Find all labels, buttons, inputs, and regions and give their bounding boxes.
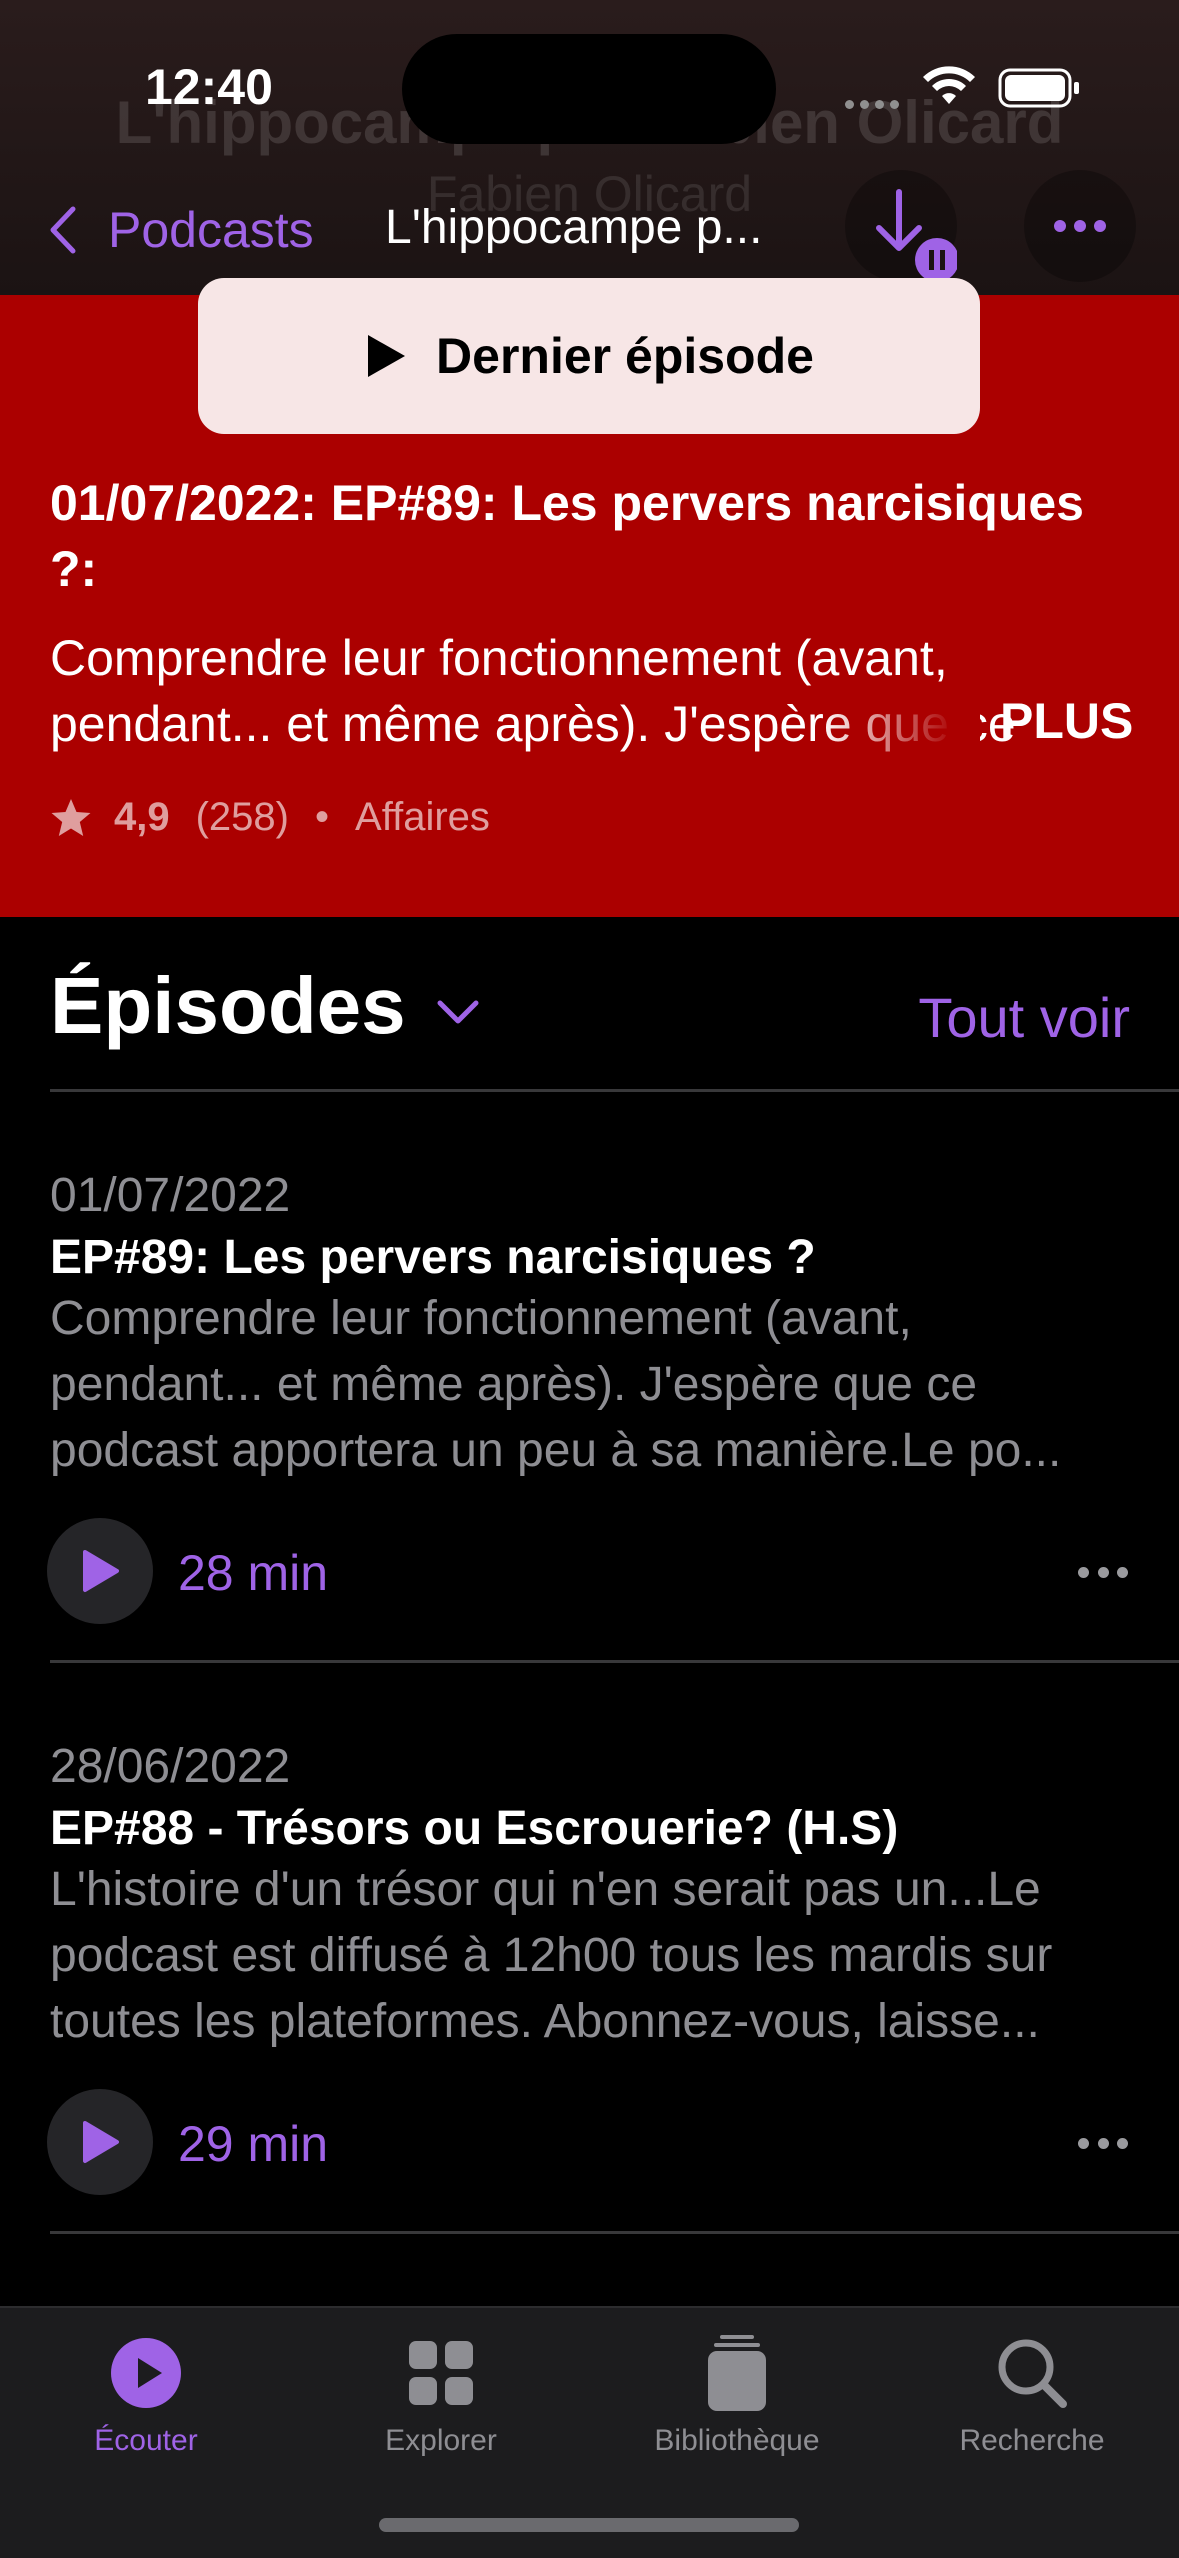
episode-date: 01/07/2022 (50, 1169, 291, 1222)
nav-title: L'hippocampe p... (385, 201, 763, 254)
play-icon (368, 335, 406, 377)
download-paused-icon (876, 189, 959, 282)
episode-duration: 28 min (178, 1545, 329, 1601)
episode-date: 28/06/2022 (50, 1740, 291, 1793)
tab-label: Bibliothèque (654, 2424, 820, 2457)
episode-play-button[interactable] (47, 1518, 153, 1624)
episode-duration: 29 min (178, 2116, 329, 2172)
magnifier-icon (998, 2339, 1067, 2408)
ellipsis-icon (1078, 2137, 1089, 2149)
play-circle-icon (111, 2338, 181, 2408)
ellipsis-icon (1078, 1566, 1089, 1578)
tab-label: Écouter (94, 2424, 198, 2457)
description-fade (820, 695, 980, 761)
latest-episode-button[interactable]: Dernier épisode (198, 278, 980, 434)
tab-search[interactable]: Recherche (912, 2328, 1152, 2458)
play-icon (83, 2121, 119, 2163)
cellular-signal-icon (845, 96, 905, 114)
grid-icon (409, 2341, 473, 2405)
episode-title: EP#89: Les pervers narcisiques ? (50, 1231, 816, 1284)
episode-title: EP#88 - Trésors ou Escrouerie? (H.S) (50, 1802, 899, 1855)
chevron-down-icon (437, 1000, 479, 1024)
chevron-left-icon (50, 206, 76, 254)
download-button[interactable] (845, 170, 959, 282)
episode-more-button[interactable] (1078, 2136, 1128, 2150)
latest-episode-label: Dernier épisode (436, 328, 814, 384)
podcast-header: L'hippocampe par Fabien Olicard Fabien O… (0, 0, 1179, 295)
tab-listen[interactable]: Écouter (26, 2328, 266, 2458)
ellipsis-icon (1054, 220, 1106, 232)
episode-description: L'histoire d'un trésor qui n'en serait p… (50, 1863, 1053, 2048)
rating-value: 4,9 (114, 795, 170, 839)
episodes-filter-button[interactable]: Épisodes (50, 960, 480, 1052)
home-indicator[interactable] (379, 2518, 799, 2532)
tab-label: Explorer (385, 2424, 497, 2457)
divider (50, 2231, 1179, 2234)
rating-count: (258) (195, 795, 289, 839)
dynamic-island (402, 34, 776, 144)
rating-row: 4,9 (258) • Affaires (50, 795, 490, 840)
tab-explore[interactable]: Explorer (321, 2328, 561, 2458)
more-description-button[interactable]: PLUS (1000, 692, 1133, 750)
tab-library[interactable]: Bibliothèque (617, 2328, 857, 2458)
more-options-button[interactable] (1024, 170, 1136, 282)
back-button-label: Podcasts (108, 202, 314, 258)
see-all-button[interactable]: Tout voir (918, 985, 1130, 1050)
play-icon (83, 1550, 119, 1592)
status-time: 12:40 (145, 59, 273, 115)
divider (50, 1660, 1179, 1663)
episode-description: Comprendre leur fonctionnement (avant, p… (50, 1292, 1062, 1477)
back-button[interactable]: Podcasts (48, 195, 314, 265)
rating-separator: • (315, 795, 330, 839)
latest-episode-title: 01/07/2022: EP#89: Les pervers narcisiqu… (50, 475, 1084, 597)
category-link[interactable]: Affaires (355, 795, 490, 840)
tab-label: Recherche (959, 2424, 1105, 2457)
divider (50, 1089, 1179, 1092)
library-stack-icon (708, 2335, 766, 2411)
episodes-title: Épisodes (50, 961, 406, 1050)
wifi-icon (923, 66, 975, 104)
battery-icon (998, 68, 1079, 108)
episode-play-button[interactable] (47, 2089, 153, 2195)
star-icon (51, 798, 91, 836)
episode-more-button[interactable] (1078, 1565, 1128, 1579)
